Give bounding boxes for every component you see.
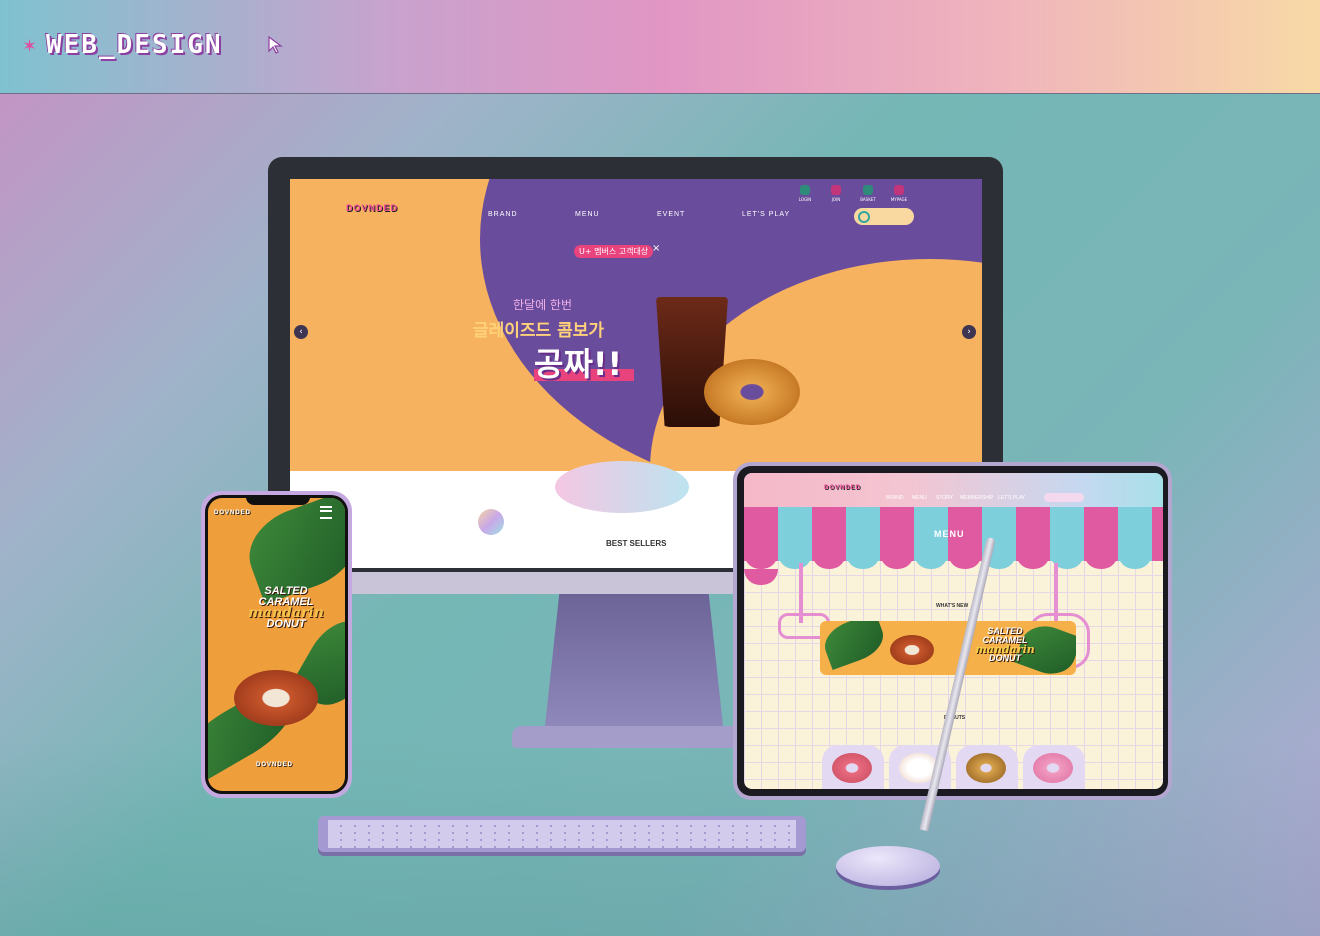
phone-notch xyxy=(246,495,310,505)
hamburger-menu-icon[interactable] xyxy=(320,506,332,519)
donut-image xyxy=(1033,753,1073,783)
next-arrow-icon[interactable]: › xyxy=(962,325,976,339)
banner-donut-image xyxy=(890,635,934,665)
tablet-nav-story[interactable]: STORY xyxy=(936,495,953,501)
tablet-nav-brand[interactable]: BRAND xyxy=(886,495,904,501)
login-icon xyxy=(800,185,810,195)
donut-card[interactable] xyxy=(1023,745,1085,789)
basket-label: BASKET xyxy=(860,197,876,202)
phone-hero-title: SALTED CARAMEL mandarin DONUT xyxy=(236,586,336,630)
tablet-promo-banner[interactable]: SALTED CARAMEL mandarin DONUT xyxy=(820,621,1076,675)
nav-brand[interactable]: BRAND xyxy=(488,211,518,218)
mypage-icon xyxy=(894,185,904,195)
promo-line3: 공짜!! xyxy=(534,345,623,383)
donut-card[interactable] xyxy=(956,745,1018,789)
keyboard-keys xyxy=(328,820,796,848)
tablet-nav-membership[interactable]: MEMBERSHIP xyxy=(960,495,994,501)
join-label: JOIN xyxy=(831,197,841,202)
join-link[interactable]: JOIN xyxy=(823,185,849,202)
search-input[interactable] xyxy=(854,208,914,225)
collab-badge: U+ 멤버스 고객대상 xyxy=(574,245,654,258)
basket-link[interactable]: BASKET xyxy=(855,185,881,202)
tablet-nav-lets-play[interactable]: LET'S PLAY xyxy=(998,495,1025,501)
header-bar: ✶ WEB_DESIGN xyxy=(0,0,1320,94)
donut-image xyxy=(966,753,1006,783)
awning-scallop xyxy=(744,553,1163,585)
monitor-stand-base xyxy=(512,726,758,748)
search-icon xyxy=(858,211,870,223)
glazed-donut-image xyxy=(704,359,800,425)
page-title: WEB_DESIGN xyxy=(46,30,223,60)
site-logo[interactable]: DOVNDED xyxy=(346,203,398,213)
tablet-nav: DOVNDED BRAND MENU STORY MEMBERSHIP LET'… xyxy=(744,473,1163,507)
donut-image xyxy=(832,753,872,783)
prev-arrow-icon[interactable]: ‹ xyxy=(294,325,308,339)
phone-footer-logo: DOVNDED xyxy=(256,762,294,768)
tablet-screen: DOVNDED BRAND MENU STORY MEMBERSHIP LET'… xyxy=(744,473,1163,789)
phone-logo[interactable]: DOVNDED xyxy=(214,510,251,516)
mouse xyxy=(836,846,940,886)
login-label: LOGIN xyxy=(798,197,812,202)
mypage-link[interactable]: MYPAGE xyxy=(886,185,912,202)
nav-menu[interactable]: MENU xyxy=(575,211,600,218)
login-link[interactable]: LOGIN xyxy=(792,185,818,202)
tablet-search-input[interactable] xyxy=(1044,493,1084,502)
nav-lets-play[interactable]: LET'S PLAY xyxy=(742,211,790,218)
tablet-page-title: MENU xyxy=(934,529,965,539)
hero-banner: DOVNDED BRAND MENU EVENT LET'S PLAY LOGI… xyxy=(290,179,982,471)
join-icon xyxy=(831,185,841,195)
mypage-label: MYPAGE xyxy=(890,197,908,202)
whats-new-label: WHAT'S NEW xyxy=(936,603,969,609)
collab-x: × xyxy=(652,243,661,254)
caramel-donut-image xyxy=(234,670,318,726)
cursor-icon xyxy=(268,36,283,54)
tablet-logo[interactable]: DOVNDED xyxy=(824,485,861,491)
best-sellers-title: BEST SELLERS xyxy=(606,539,667,548)
banner-leaf-image xyxy=(820,621,890,671)
basket-icon xyxy=(863,185,873,195)
tablet-nav-menu[interactable]: MENU xyxy=(912,495,927,501)
promo-line2: 글레이즈드 콤보가 xyxy=(473,321,605,341)
promo-line1: 한달에 한번 xyxy=(513,298,573,312)
decor-blob xyxy=(555,461,689,513)
nav-event[interactable]: EVENT xyxy=(657,211,685,218)
phone-screen: DOVNDED SALTED CARAMEL mandarin DONUT DO… xyxy=(208,498,345,791)
sparkle-icon: ✶ xyxy=(22,36,38,57)
donut-card[interactable] xyxy=(822,745,884,789)
monitor-stand xyxy=(545,594,723,726)
decor-bubble xyxy=(478,509,504,535)
